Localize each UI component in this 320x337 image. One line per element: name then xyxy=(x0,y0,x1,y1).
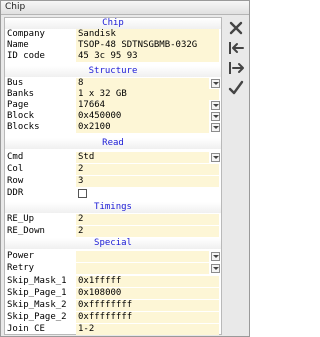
export-icon xyxy=(229,62,244,74)
chip-properties-panel: Chip Company Sandisk Name TSOP-48 SDTNSG… xyxy=(4,17,222,335)
checkmark-icon xyxy=(228,80,244,95)
cmd-select[interactable]: Std xyxy=(76,152,209,163)
skip-page-2-field[interactable]: 0xffffffff xyxy=(76,312,219,323)
cmd-row: Cmd Std xyxy=(5,152,221,163)
re-down-field[interactable]: 2 xyxy=(76,226,219,237)
bus-label: Bus xyxy=(7,78,24,88)
page-dropdown-arrow-icon[interactable] xyxy=(211,101,220,110)
name-row: Name TSOP-48 SDTNSGBMB-032G xyxy=(5,40,221,51)
blocks-label: Blocks xyxy=(7,122,40,132)
section-timings-header: Timings xyxy=(5,202,221,213)
re-up-field[interactable]: 2 xyxy=(76,214,219,225)
re-down-label: RE_Down xyxy=(7,226,45,236)
col-field[interactable]: 2 xyxy=(76,164,219,175)
company-label: Company xyxy=(7,29,45,39)
power-row: Power xyxy=(5,251,221,262)
skip-page-2-row: Skip_Page_2 0xffffffff xyxy=(5,312,221,323)
ddr-row: DDR xyxy=(5,188,221,199)
re-up-label: RE_Up xyxy=(7,214,35,224)
blocks-select[interactable]: 0x2100 xyxy=(76,122,209,133)
retry-select[interactable] xyxy=(76,263,209,274)
ddr-label: DDR xyxy=(7,188,24,198)
banks-row: Banks 1 x 32 GB xyxy=(5,89,221,100)
skip-page-1-field[interactable]: 0x108000 xyxy=(76,288,219,299)
import-button[interactable] xyxy=(227,39,245,57)
row-label: Row xyxy=(7,176,24,186)
page-row: Page 17664 xyxy=(5,100,221,111)
window-title: Chip xyxy=(5,2,26,12)
section-special-header: Special xyxy=(5,238,221,249)
import-icon xyxy=(229,42,244,54)
banks-field[interactable]: 1 x 32 GB xyxy=(76,89,219,100)
power-select[interactable] xyxy=(76,251,209,262)
retry-row: Retry xyxy=(5,263,221,274)
block-dropdown-arrow-icon[interactable] xyxy=(211,112,220,121)
blocks-row: Blocks 0x2100 xyxy=(5,122,221,133)
skip-mask-2-row: Skip_Mask_2 0xffffffff xyxy=(5,300,221,311)
id-code-label: ID code xyxy=(7,51,45,61)
page-select[interactable]: 17664 xyxy=(76,100,209,111)
re-down-row: RE_Down 2 xyxy=(5,226,221,237)
col-label: Col xyxy=(7,164,24,174)
retry-label: Retry xyxy=(7,263,35,273)
skip-page-1-row: Skip_Page_1 0x108000 xyxy=(5,288,221,299)
skip-mask-1-label: Skip_Mask_1 xyxy=(7,276,67,286)
name-field[interactable]: TSOP-48 SDTNSGBMB-032G xyxy=(76,40,219,51)
power-dropdown-arrow-icon[interactable] xyxy=(211,252,220,261)
bus-row: Bus 8 xyxy=(5,78,221,89)
confirm-button[interactable] xyxy=(227,79,245,97)
company-row: Company Sandisk xyxy=(5,29,221,40)
title-bar: Chip xyxy=(1,1,249,15)
retry-dropdown-arrow-icon[interactable] xyxy=(211,264,220,273)
close-icon xyxy=(229,21,243,35)
skip-mask-2-label: Skip_Mask_2 xyxy=(7,300,67,310)
col-row: Col 2 xyxy=(5,164,221,175)
id-code-field[interactable]: 45 3c 95 93 xyxy=(76,51,219,62)
section-structure-header: Structure xyxy=(5,66,221,77)
block-row: Block 0x450000 xyxy=(5,111,221,122)
cmd-dropdown-arrow-icon[interactable] xyxy=(211,153,220,162)
export-button[interactable] xyxy=(227,59,245,77)
name-label: Name xyxy=(7,40,29,50)
re-up-row: RE_Up 2 xyxy=(5,214,221,225)
join-ce-label: Join CE xyxy=(7,324,45,334)
page-label: Page xyxy=(7,100,29,110)
skip-mask-2-field[interactable]: 0xffffffff xyxy=(76,300,219,311)
skip-mask-1-row: Skip_Mask_1 0x1fffff xyxy=(5,276,221,287)
skip-page-1-label: Skip_Page_1 xyxy=(7,288,67,298)
row-row: Row 3 xyxy=(5,176,221,187)
row-field[interactable]: 3 xyxy=(76,176,219,187)
section-chip-header: Chip xyxy=(5,18,221,29)
company-field[interactable]: Sandisk xyxy=(76,29,219,40)
section-read-header: Read xyxy=(5,138,221,149)
block-label: Block xyxy=(7,111,35,121)
join-ce-row: Join CE 1-2 xyxy=(5,324,221,335)
skip-page-2-label: Skip_Page_2 xyxy=(7,312,67,322)
bus-dropdown-arrow-icon[interactable] xyxy=(211,79,220,88)
ddr-checkbox[interactable] xyxy=(78,189,87,198)
close-button[interactable] xyxy=(227,19,245,37)
id-code-row: ID code 45 3c 95 93 xyxy=(5,51,221,62)
bus-select[interactable]: 8 xyxy=(76,78,209,89)
toolbar xyxy=(225,17,247,137)
banks-label: Banks xyxy=(7,89,35,99)
cmd-label: Cmd xyxy=(7,152,24,162)
chip-window: Chip Chip Company Sandisk Name TSOP-48 S… xyxy=(0,0,250,337)
skip-mask-1-field[interactable]: 0x1fffff xyxy=(76,276,219,287)
blocks-dropdown-arrow-icon[interactable] xyxy=(211,123,220,132)
power-label: Power xyxy=(7,251,35,261)
block-select[interactable]: 0x450000 xyxy=(76,111,209,122)
join-ce-field[interactable]: 1-2 xyxy=(76,324,219,335)
